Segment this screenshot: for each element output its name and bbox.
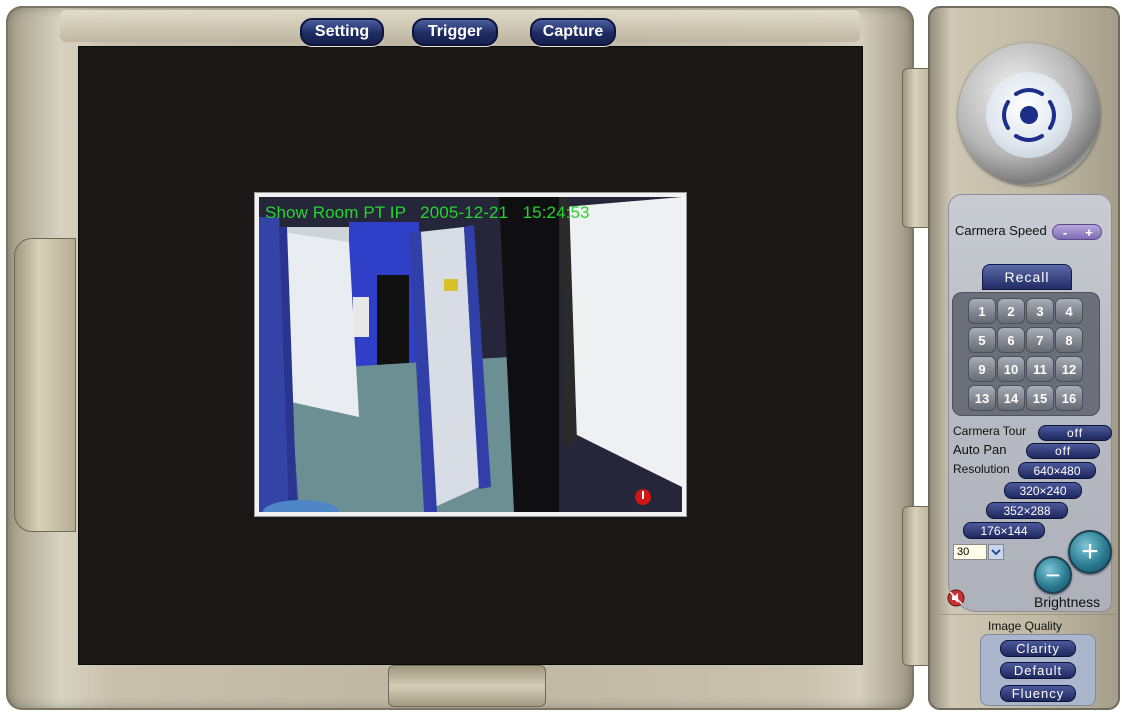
resolution-352x288-button[interactable]: 352×288 (986, 502, 1068, 519)
preset-button[interactable]: 16 (1055, 385, 1083, 411)
camera-speed-label: Carmera Speed (955, 223, 1047, 238)
preset-button[interactable]: 1 (968, 298, 996, 324)
preset-button[interactable]: 13 (968, 385, 996, 411)
speed-decrease-button[interactable]: - (1053, 225, 1077, 239)
ptz-arrows-icon (1002, 88, 1056, 142)
ptz-joystick-icon[interactable] (986, 72, 1072, 158)
preset-button[interactable]: 14 (997, 385, 1025, 411)
trigger-button[interactable]: Trigger (412, 18, 498, 46)
quality-clarity-button[interactable]: Clarity (1000, 640, 1076, 657)
preset-button[interactable]: 9 (968, 356, 996, 382)
auto-pan-label: Auto Pan (953, 442, 1007, 457)
preset-button[interactable]: 2 (997, 298, 1025, 324)
preset-button[interactable]: 15 (1026, 385, 1054, 411)
preset-button[interactable]: 8 (1055, 327, 1083, 353)
chevron-down-icon[interactable] (988, 544, 1004, 560)
preset-button[interactable]: 7 (1026, 327, 1054, 353)
record-indicator-icon (634, 486, 650, 502)
speed-increase-button[interactable]: + (1077, 225, 1101, 239)
recall-button[interactable]: Recall (982, 264, 1072, 290)
preset-button[interactable]: 4 (1055, 298, 1083, 324)
left-frame-tab (14, 238, 76, 532)
camera-tour-toggle[interactable]: off (1038, 425, 1112, 441)
auto-pan-toggle[interactable]: off (1026, 443, 1100, 459)
quality-fluency-button[interactable]: Fluency (1000, 685, 1076, 702)
speaker-muted-icon[interactable] (947, 589, 965, 607)
preset-grid: 1 2 3 4 5 6 7 8 9 10 11 12 13 14 15 16 (952, 292, 1100, 416)
divider (940, 614, 1116, 615)
camera-timestamp-overlay: Show Room PT IP 2005-12-21 15:24:53 (265, 203, 590, 222)
preset-button[interactable]: 3 (1026, 298, 1054, 324)
resolution-320x240-button[interactable]: 320×240 (1004, 482, 1082, 499)
resolution-640x480-button[interactable]: 640×480 (1018, 462, 1096, 479)
brightness-increase-button[interactable]: + (1068, 530, 1112, 574)
brightness-label: Brightness (1034, 594, 1101, 610)
quality-default-button[interactable]: Default (1000, 662, 1076, 679)
video-frame: Show Room PT IP 2005-12-21 15:24:53 (259, 197, 682, 512)
frame-rate-select[interactable]: 30 (953, 544, 987, 560)
setting-button[interactable]: Setting (300, 18, 384, 46)
bottom-frame-tab (388, 665, 546, 707)
image-quality-label: Image Quality (988, 619, 1063, 633)
camera-speed-control[interactable]: - + (1052, 224, 1102, 240)
preset-button[interactable]: 11 (1026, 356, 1054, 382)
camera-tour-label: Carmera Tour (953, 424, 1027, 438)
preset-button[interactable]: 6 (997, 327, 1025, 353)
resolution-label: Resolution (953, 462, 1010, 476)
preset-button[interactable]: 12 (1055, 356, 1083, 382)
capture-button[interactable]: Capture (530, 18, 616, 46)
resolution-176x144-button[interactable]: 176×144 (963, 522, 1045, 539)
preset-button[interactable]: 5 (968, 327, 996, 353)
camera-scene-image (259, 197, 682, 512)
brightness-decrease-button[interactable]: − (1034, 556, 1072, 594)
camera-video-feed[interactable]: Show Room PT IP 2005-12-21 15:24:53 (254, 192, 687, 517)
preset-button[interactable]: 10 (997, 356, 1025, 382)
